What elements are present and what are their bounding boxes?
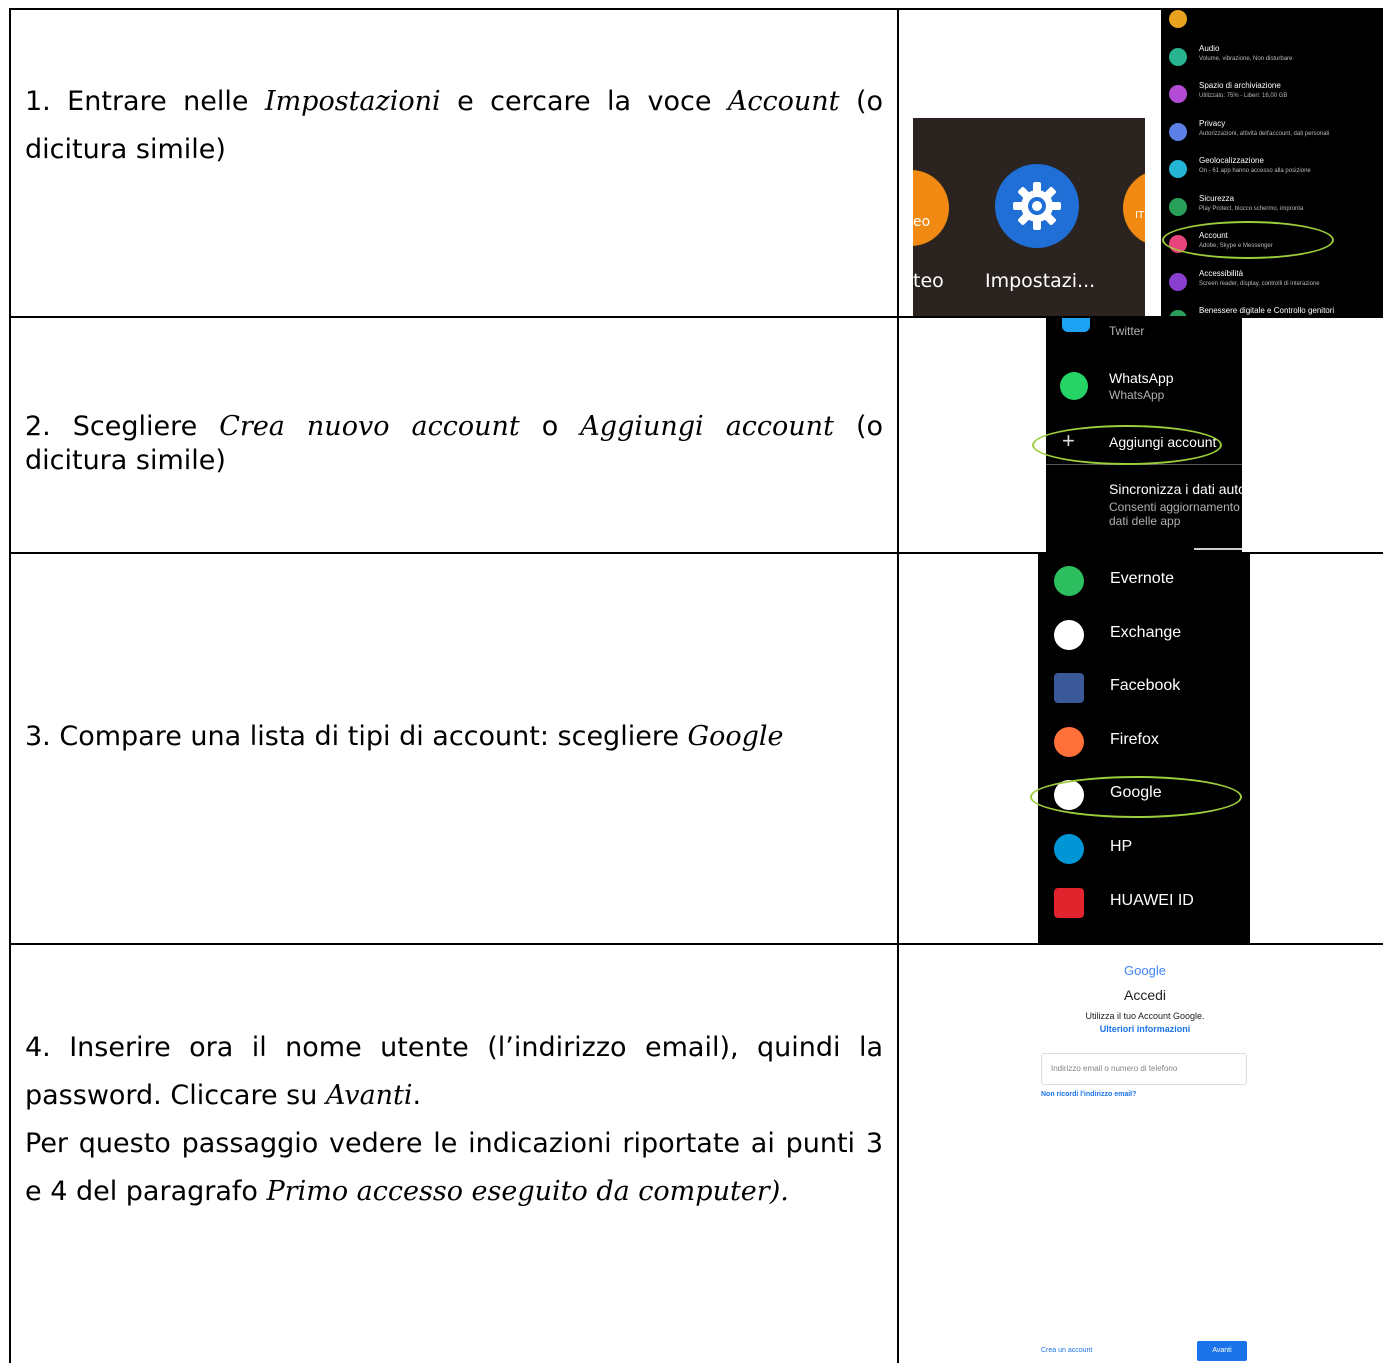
account-type-huawei-id[interactable]: HUAWEI ID [1038, 878, 1250, 928]
settings-item-title: Geolocalizzazione [1199, 156, 1264, 165]
settings-item-title: Privacy [1199, 119, 1226, 128]
step-3-text: 3. Compare una lista di tipi di account:… [25, 721, 784, 752]
settings-item-icon [1169, 160, 1187, 178]
create-account-link[interactable]: Crea un account [1041, 1347, 1092, 1354]
account-type-facebook[interactable]: Facebook [1038, 663, 1250, 713]
app-icon-left [913, 170, 949, 246]
settings-item-icon [1169, 310, 1187, 316]
settings-item[interactable]: Privacy Autorizzazioni, attività dell'acc… [1161, 115, 1383, 151]
signin-title: Accedi [1123, 987, 1167, 1003]
settings-app-icon[interactable] [995, 164, 1079, 248]
account-type-exchange[interactable]: Exchange [1038, 610, 1250, 660]
account-type-hp[interactable]: HP [1038, 824, 1250, 874]
settings-item[interactable]: Spazio di archiviazione Utilizzato: 75% -… [1161, 77, 1383, 113]
settings-list-screenshot: carattere Audio Volume, vibrazione, Non di… [1161, 10, 1383, 316]
settings-app-label: Impostazi... [985, 270, 1096, 292]
settings-item-title: Sicurezza [1199, 194, 1235, 203]
twitter-label[interactable]: Twitter [1109, 324, 1144, 338]
settings-item-icon [1169, 123, 1187, 141]
table-border-left [9, 8, 11, 1363]
app-label-left: teo [913, 270, 944, 292]
whatsapp-icon [1060, 372, 1088, 400]
table-border-middle [897, 8, 899, 1363]
settings-item-title: Benessere digitale e Controllo genitori [1199, 306, 1335, 315]
account-type-label: Exchange [1110, 623, 1182, 641]
settings-item-sub: On - 61 app hanno accesso alla posizione [1199, 168, 1311, 174]
email-placeholder: Indirizzo email o numero di telefono [1051, 1064, 1178, 1073]
twitter-icon [1062, 318, 1090, 332]
email-input[interactable]: Indirizzo email o numero di telefono [1041, 1053, 1247, 1085]
account-type-label: Firefox [1110, 730, 1159, 748]
settings-item-icon [1169, 198, 1187, 216]
settings-item[interactable]: Benessere digitale e Controllo genitori [1161, 302, 1383, 316]
settings-item[interactable]: carattere [1161, 10, 1383, 38]
huawei-icon [1054, 887, 1084, 918]
sync-sub-2: dati delle app [1109, 514, 1181, 528]
step-4-text: 4. Inserire ora il nome utente (l’indiri… [25, 1032, 883, 1207]
account-type-firefox[interactable]: Firefox [1038, 717, 1250, 767]
account-type-label: Evernote [1110, 570, 1175, 587]
settings-item-sub: Autorizzazioni, attività dell'account, d… [1199, 131, 1330, 137]
settings-item[interactable]: Audio Volume, vibrazione, Non disturbare [1161, 40, 1383, 76]
gmail-icon [1054, 619, 1084, 650]
settings-item-sub: Screen reader, display, controlli di int… [1199, 281, 1320, 287]
account-type-evernote[interactable]: Evernote [1038, 556, 1250, 606]
toggle-track [1194, 548, 1242, 550]
settings-item-icon [1169, 85, 1187, 103]
settings-item-sub: carattere [1199, 10, 1223, 12]
account-types-screenshot: Evernote Exchange Facebook Firefox Google HP H… [1038, 554, 1250, 943]
settings-item-icon [1169, 10, 1187, 28]
more-info-link[interactable]: Ulteriori informazioni [1020, 1024, 1270, 1034]
evernote-icon [1054, 566, 1084, 596]
facebook-icon [1054, 673, 1084, 704]
launcher-screenshot: eo IT teo Impostazi... [913, 118, 1145, 316]
firefox-icon [1054, 726, 1084, 757]
step-2-text: 2. Scegliere Crea nuovo account o Aggiun… [25, 411, 883, 476]
whatsapp-sub: WhatsApp [1109, 388, 1165, 402]
settings-item-title: Spazio di archiviazione [1199, 81, 1281, 90]
settings-item-title: Accessibilità [1199, 269, 1244, 278]
next-button[interactable]: Avanti [1197, 1341, 1247, 1361]
account-type-label: HP [1110, 838, 1133, 855]
settings-item[interactable]: Accessibilità Screen reader, display, con… [1161, 265, 1383, 301]
account-type-label: HUAWEI ID [1110, 891, 1194, 909]
app-badge-left: eo [913, 214, 931, 230]
settings-item-title: Audio [1199, 44, 1220, 53]
google-highlight-ellipse [1030, 776, 1242, 818]
account-type-label: Facebook [1110, 677, 1181, 695]
settings-item-sub: Volume, vibrazione, Non disturbare [1199, 56, 1293, 62]
hp-icon [1054, 834, 1084, 864]
settings-item-icon [1169, 273, 1187, 291]
app-badge-right: IT [1135, 210, 1145, 221]
sync-title[interactable]: Sincronizza i dati auto [1109, 481, 1242, 497]
add-account-highlight-ellipse [1032, 425, 1222, 465]
account-highlight-ellipse [1162, 221, 1334, 259]
signin-subtitle: Utilizza il tuo Account Google. [1085, 1011, 1205, 1021]
settings-item-sub: Utilizzato: 75% - Liberi: 16,00 GB [1199, 93, 1288, 99]
forgot-email-link[interactable]: Non ricordi l'indirizzo email? [1041, 1091, 1136, 1098]
settings-item[interactable]: Sicurezza Play Protect, blocco schermo, i… [1161, 190, 1383, 226]
step-1-text: 1. Entrare nelle Impostazioni e cercare … [25, 86, 884, 165]
settings-item[interactable]: Geolocalizzazione On - 61 app hanno acces… [1161, 152, 1383, 188]
whatsapp-title[interactable]: WhatsApp [1109, 370, 1174, 386]
google-signin-screenshot: Google Accedi Utilizza il tuo Account Go… [1020, 945, 1270, 1363]
settings-item-icon [1169, 48, 1187, 66]
app-icon-right [1123, 170, 1145, 246]
google-logo: Google [1124, 963, 1166, 978]
sync-sub-1: Consenti aggiornamento [1109, 500, 1240, 514]
settings-item-sub: Play Protect, blocco schermo, impronta [1199, 206, 1304, 212]
gear-icon [1013, 182, 1061, 230]
